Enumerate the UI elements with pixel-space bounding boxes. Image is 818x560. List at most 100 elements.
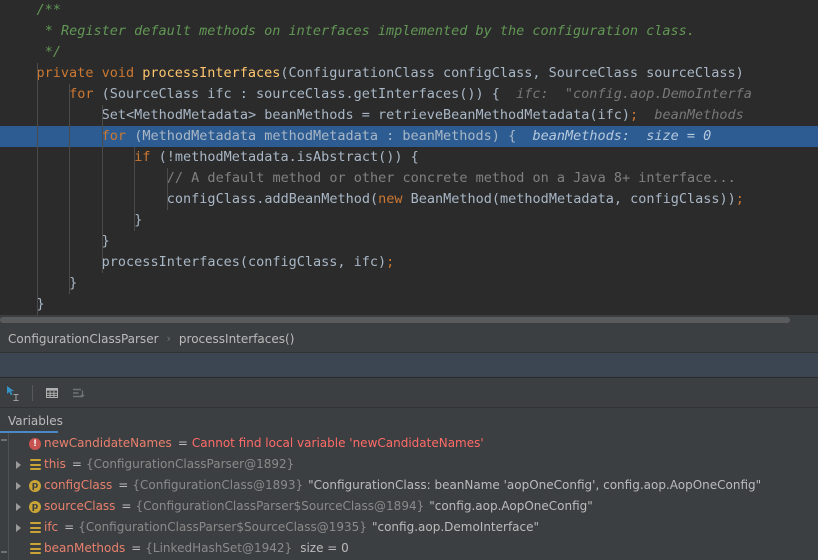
toolbar-divider — [32, 384, 33, 401]
code-line[interactable]: private void processInterfaces(Configura… — [0, 63, 818, 84]
code-token: ()) { — [459, 86, 500, 102]
field-glyph — [29, 522, 41, 533]
code-line[interactable]: } — [0, 231, 818, 252]
variable-reference: {ConfigurationClassParser@1892} — [85, 457, 295, 471]
field-icon — [26, 454, 44, 475]
breadcrumb: ConfigurationClassParser › processInterf… — [0, 325, 818, 353]
variable-size: size = 0 — [300, 541, 349, 555]
code-token: ; — [386, 254, 395, 270]
variable-row[interactable]: this = {ConfigurationClassParser@1892} — [10, 454, 818, 475]
error-icon: ! — [26, 433, 44, 454]
variables-left-strip — [0, 433, 9, 560]
code-token: for — [101, 128, 127, 144]
variable-equals: = — [71, 457, 82, 471]
code-token: // A default method or other concrete me… — [166, 170, 736, 186]
variable-value: "ConfigurationClass: beanName 'aopOneCon… — [308, 478, 762, 492]
code-line[interactable]: Set<MethodMetadata> beanMethods = retrie… — [0, 105, 818, 126]
code-token: processInterfaces(configClass, ifc) — [101, 254, 387, 270]
error-glyph: ! — [29, 437, 41, 450]
code-line[interactable]: */ — [0, 42, 818, 63]
field-glyph — [29, 459, 41, 470]
indent-guide — [37, 63, 38, 315]
code-token: (SourceClass ifc : sourceClass. — [93, 86, 354, 102]
indent-guide — [69, 84, 70, 294]
variable-row[interactable]: ! newCandidateNames = Cannot find local var… — [10, 433, 818, 454]
breadcrumb-class[interactable]: ConfigurationClassParser — [4, 332, 163, 346]
sort-values-icon[interactable] — [65, 381, 91, 405]
variable-equals: = — [131, 541, 142, 555]
variable-name: newCandidateNames — [44, 436, 172, 450]
code-line[interactable]: * Register default methods on interfaces… — [0, 21, 818, 42]
code-token: for — [69, 86, 94, 102]
variable-equals: = — [118, 478, 129, 492]
code-token: configClass.addBeanMethod( — [166, 191, 379, 207]
variable-equals: = — [121, 499, 132, 513]
expand-arrow-icon[interactable] — [10, 496, 26, 517]
variable-row[interactable]: ifc = {ConfigurationClassParser$SourceClas… — [10, 517, 818, 538]
code-line[interactable]: configClass.addBeanMethod(new BeanMethod… — [0, 189, 818, 210]
variable-row[interactable]: beanMethods = {LinkedHashSet@1942} size = 0 — [10, 538, 818, 559]
code-line[interactable]: for (SourceClass ifc : sourceClass.getIn… — [0, 84, 818, 105]
code-token: } — [134, 212, 143, 228]
debugger-toolbar — [0, 378, 818, 408]
indent-guide — [134, 147, 135, 231]
code-line[interactable]: processInterfaces(configClass, ifc); — [0, 252, 818, 273]
code-token: private — [36, 65, 94, 81]
field-icon — [26, 538, 44, 559]
code-token: ; — [629, 107, 639, 123]
expand-arrow-placeholder — [10, 433, 26, 454]
code-line[interactable]: // A default method or other concrete me… — [0, 168, 818, 189]
variables-panel[interactable]: ! newCandidateNames = Cannot find local var… — [0, 433, 818, 560]
variable-row[interactable]: p configClass = {ConfigurationClass@1893} "C… — [10, 475, 818, 496]
editor-horizontal-scrollbar-thumb[interactable] — [0, 317, 790, 323]
parameter-glyph: p — [29, 479, 41, 492]
field-glyph — [29, 543, 41, 554]
code-token: Set<MethodMetadata> beanMethods = retrie… — [101, 107, 630, 123]
parameter-icon: p — [26, 475, 44, 496]
chevron-right-icon — [15, 502, 21, 511]
code-token: */ — [44, 44, 61, 60]
code-line[interactable]: if (!methodMetadata.isAbstract()) { — [0, 147, 818, 168]
code-token: beanMethods — [638, 107, 744, 123]
variable-name: ifc — [44, 520, 59, 534]
variable-value: "config.aop.DemoInterface" — [371, 520, 540, 534]
variable-error-message: Cannot find local variable 'newCandidate… — [191, 436, 484, 450]
variable-reference: {ConfigurationClassParser$SourceClass@18… — [135, 499, 425, 513]
variables-list: ! newCandidateNames = Cannot find local var… — [10, 433, 818, 559]
editor-horizontal-scrollbar[interactable] — [0, 315, 818, 325]
expand-arrow-icon[interactable] — [10, 454, 26, 475]
code-token: (ConfigurationClass configClass, SourceC… — [280, 65, 744, 81]
chevron-right-icon: › — [166, 332, 171, 345]
tab-variables-label: Variables — [8, 413, 63, 428]
table-view-icon[interactable] — [39, 381, 65, 405]
cursor-select-icon[interactable] — [0, 381, 26, 405]
code-line[interactable]: /** — [0, 0, 818, 21]
code-token: BeanMethod(methodMetadata, configClass)) — [402, 191, 736, 207]
variable-value: "config.aop.AopOneConfig" — [429, 499, 593, 513]
strip-handle — [1, 551, 7, 553]
code-token: ; — [735, 191, 744, 207]
code-editor[interactable]: /** * Register default methods on interfa… — [0, 0, 818, 315]
code-token: beanMethods: size = 0 — [516, 128, 712, 144]
breadcrumb-method[interactable]: processInterfaces() — [175, 332, 298, 346]
code-line[interactable]: } — [0, 294, 818, 315]
code-line[interactable]: } — [0, 210, 818, 231]
code-token: processInterfaces — [142, 65, 281, 81]
variable-name: beanMethods — [44, 541, 126, 555]
code-lines: /** * Register default methods on interfa… — [0, 0, 818, 315]
variable-equals: = — [64, 520, 75, 534]
variable-reference: {LinkedHashSet@1942} — [145, 541, 293, 555]
code-line[interactable]: } — [0, 273, 818, 294]
code-token: /** — [36, 2, 61, 18]
tab-variables[interactable]: Variables — [0, 408, 71, 433]
chevron-right-icon — [15, 481, 21, 490]
tool-window-band — [0, 353, 818, 378]
indent-guide — [102, 105, 103, 273]
variable-row[interactable]: p sourceClass = {ConfigurationClassParser$S… — [10, 496, 818, 517]
debugger-tabs: Variables — [0, 408, 818, 433]
code-line[interactable]: for (MethodMetadata methodMetadata : bea… — [0, 126, 818, 147]
expand-arrow-icon[interactable] — [10, 517, 26, 538]
expand-arrow-icon[interactable] — [10, 475, 26, 496]
strip-handle — [1, 439, 7, 441]
chevron-right-icon — [15, 460, 21, 469]
